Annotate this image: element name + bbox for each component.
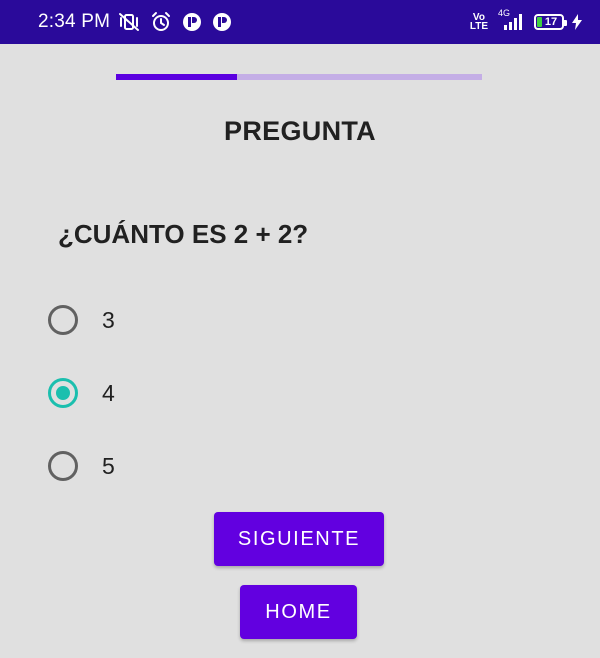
radio-button-selected[interactable] (48, 378, 78, 408)
answer-option-4[interactable]: 4 (48, 373, 115, 413)
status-bar: 2:34 PM Vo LTE 4G 17 (0, 0, 600, 44)
radio-button[interactable] (48, 451, 78, 481)
battery-icon: 17 (534, 14, 567, 30)
next-button[interactable]: SIGUIENTE (214, 512, 384, 566)
quiz-progress-bar (116, 74, 482, 80)
answer-option-label: 3 (102, 306, 115, 333)
radio-button[interactable] (48, 305, 78, 335)
network-type-label: 4G (498, 8, 511, 18)
answer-option-label: 4 (102, 379, 115, 406)
home-button[interactable]: HOME (240, 585, 357, 639)
signal-icon: 4G (496, 8, 526, 31)
battery-level-fill (537, 17, 542, 27)
battery-level: 17 (544, 16, 558, 28)
app-notification-icon (182, 12, 202, 32)
alarm-icon (150, 11, 172, 33)
status-time: 2:34 PM (38, 11, 111, 32)
answer-option-5[interactable]: 5 (48, 446, 115, 486)
charging-icon (572, 14, 582, 30)
app-notification-icon (212, 12, 232, 32)
question-text: ¿CUÁNTO ES 2 + 2? (58, 219, 309, 249)
answer-option-3[interactable]: 3 (48, 300, 115, 340)
status-system-icons: Vo LTE 4G 17 (469, 8, 582, 32)
page-title: PREGUNTA (224, 116, 376, 146)
answer-option-label: 5 (102, 452, 115, 479)
vibrate-off-icon (118, 12, 140, 32)
status-notification-icons (118, 11, 232, 33)
volte-icon: Vo LTE (469, 12, 488, 32)
volte-label: Vo LTE (469, 12, 488, 32)
quiz-progress-fill (116, 74, 237, 80)
